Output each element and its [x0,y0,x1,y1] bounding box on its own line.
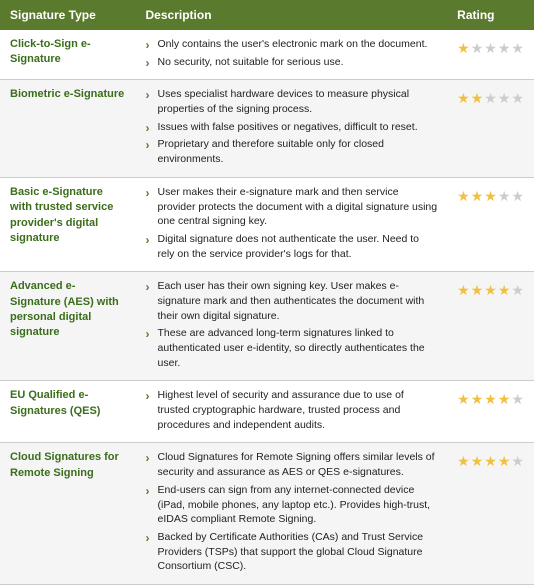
bullet-item: Backed by Certificate Authorities (CAs) … [146,530,438,574]
description-cell: Uses specialist hardware devices to meas… [136,80,448,177]
signature-type-cell: Click-to-Sign e-Signature [0,30,136,80]
empty-star-icon: ★ [498,39,511,59]
empty-star-icon: ★ [511,187,524,207]
description-cell: User makes their e-signature mark and th… [136,177,448,271]
col-header-rating: Rating [447,0,534,30]
empty-star-icon: ★ [484,89,497,109]
bullet-item: No security, not suitable for serious us… [146,55,438,70]
filled-star-icon: ★ [484,281,497,301]
rating-cell: ★★★★★ [447,30,534,80]
bullet-item: End-users can sign from any internet-con… [146,483,438,527]
description-cell: Only contains the user's electronic mark… [136,30,448,80]
table-header: Signature Type Description Rating [0,0,534,30]
bullet-item: Highest level of security and assurance … [146,388,438,432]
filled-star-icon: ★ [498,281,511,301]
description-cell: Cloud Signatures for Remote Signing offe… [136,443,448,585]
filled-star-icon: ★ [498,452,511,472]
bullet-item: Uses specialist hardware devices to meas… [146,87,438,116]
filled-star-icon: ★ [484,187,497,207]
filled-star-icon: ★ [471,452,484,472]
table-row: Advanced e-Signature (AES) with personal… [0,272,534,381]
signature-type-cell: Advanced e-Signature (AES) with personal… [0,272,136,381]
filled-star-icon: ★ [457,281,470,301]
rating-cell: ★★★★★ [447,272,534,381]
signature-type-cell: Biometric e-Signature [0,80,136,177]
empty-star-icon: ★ [484,39,497,59]
rating-cell: ★★★★★ [447,177,534,271]
bullet-item: Cloud Signatures for Remote Signing offe… [146,450,438,479]
description-cell: Each user has their own signing key. Use… [136,272,448,381]
bullet-item: Issues with false positives or negatives… [146,120,438,135]
signature-type-cell: Basic e-Signature with trusted service p… [0,177,136,271]
filled-star-icon: ★ [457,39,470,59]
col-header-description: Description [136,0,448,30]
empty-star-icon: ★ [511,390,524,410]
col-header-type: Signature Type [0,0,136,30]
bullet-item: Each user has their own signing key. Use… [146,279,438,323]
filled-star-icon: ★ [457,187,470,207]
signature-type-cell: Cloud Signatures for Remote Signing [0,443,136,585]
empty-star-icon: ★ [511,452,524,472]
table-row: Basic e-Signature with trusted service p… [0,177,534,271]
bullet-item: Proprietary and therefore suitable only … [146,137,438,166]
empty-star-icon: ★ [471,39,484,59]
bullet-item: Digital signature does not authenticate … [146,232,438,261]
signature-type-cell: EU Qualified e-Signatures (QES) [0,381,136,443]
bullet-item: User makes their e-signature mark and th… [146,185,438,229]
empty-star-icon: ★ [511,281,524,301]
bullet-item: Only contains the user's electronic mark… [146,37,438,52]
table-body: Click-to-Sign e-Signature Only contains t… [0,30,534,584]
filled-star-icon: ★ [484,390,497,410]
bullet-item: These are advanced long-term signatures … [146,326,438,370]
filled-star-icon: ★ [471,187,484,207]
table-row: Biometric e-Signature Uses specialist har… [0,80,534,177]
filled-star-icon: ★ [471,390,484,410]
table-row: EU Qualified e-Signatures (QES)Highest l… [0,381,534,443]
filled-star-icon: ★ [484,452,497,472]
empty-star-icon: ★ [511,39,524,59]
rating-cell: ★★★★★ [447,80,534,177]
empty-star-icon: ★ [511,89,524,109]
table-row: Cloud Signatures for Remote Signing Cloud… [0,443,534,585]
empty-star-icon: ★ [498,187,511,207]
filled-star-icon: ★ [457,452,470,472]
description-cell: Highest level of security and assurance … [136,381,448,443]
filled-star-icon: ★ [457,390,470,410]
filled-star-icon: ★ [471,281,484,301]
rating-cell: ★★★★★ [447,443,534,585]
empty-star-icon: ★ [498,89,511,109]
filled-star-icon: ★ [498,390,511,410]
rating-cell: ★★★★★ [447,381,534,443]
table-row: Click-to-Sign e-Signature Only contains t… [0,30,534,80]
filled-star-icon: ★ [457,89,470,109]
filled-star-icon: ★ [471,89,484,109]
